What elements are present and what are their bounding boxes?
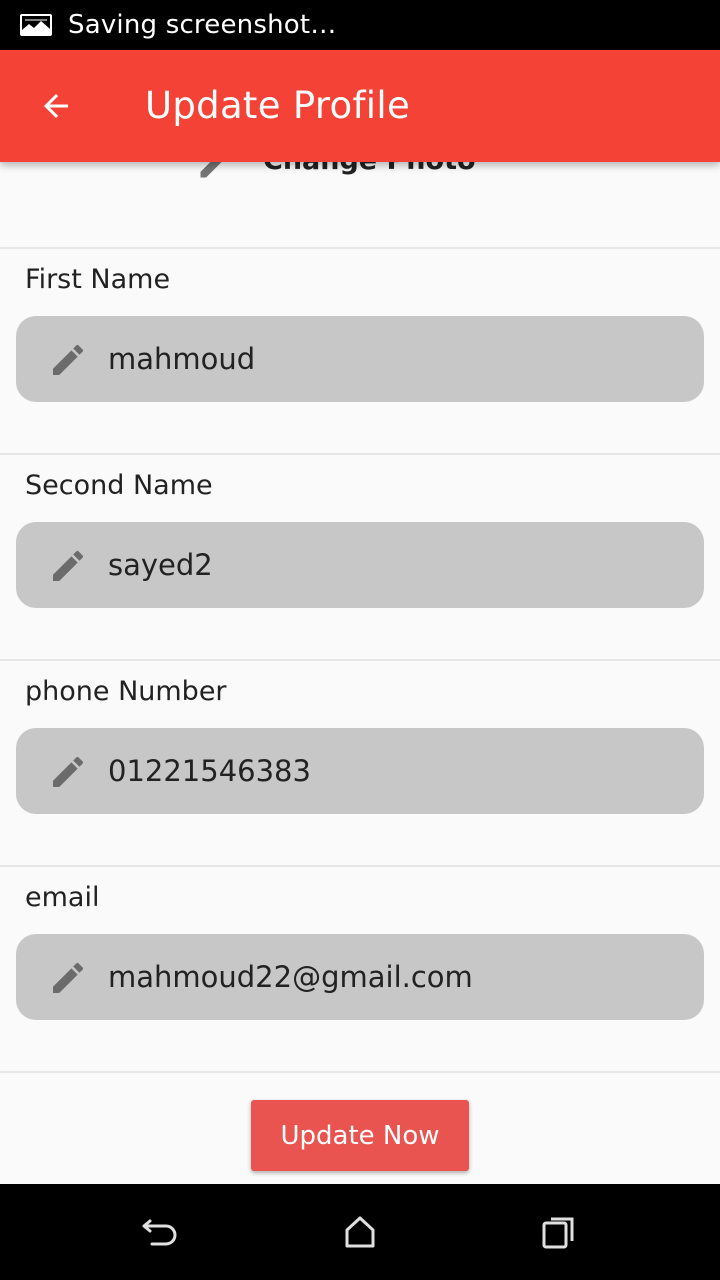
second-name-field[interactable]: sayed2 <box>16 522 704 608</box>
status-text: Saving screenshot… <box>68 10 337 40</box>
pencil-icon <box>48 340 88 384</box>
image-icon <box>20 14 52 36</box>
first-name-label: First Name <box>25 264 171 295</box>
pencil-icon <box>48 546 88 590</box>
nav-back-icon[interactable] <box>140 1214 180 1254</box>
first-name-value[interactable]: mahmoud <box>108 316 255 402</box>
divider <box>0 1071 720 1073</box>
nav-recents-icon[interactable] <box>541 1214 577 1254</box>
divider <box>0 659 720 661</box>
page-title: Update Profile <box>145 84 411 127</box>
pencil-icon <box>48 958 88 1002</box>
email-label: email <box>25 882 100 913</box>
nav-home-icon[interactable] <box>342 1214 378 1254</box>
phone-number-label: phone Number <box>25 676 227 707</box>
phone-number-field[interactable]: 01221546383 <box>16 728 704 814</box>
second-name-value[interactable]: sayed2 <box>108 522 213 608</box>
email-value[interactable]: mahmoud22@gmail.com <box>108 934 473 1020</box>
pencil-icon <box>48 752 88 796</box>
profile-form[interactable]: Change Photo First Name mahmoud Second N… <box>0 50 720 1184</box>
divider <box>0 247 720 249</box>
email-field[interactable]: mahmoud22@gmail.com <box>16 934 704 1020</box>
divider <box>0 865 720 867</box>
second-name-label: Second Name <box>25 470 213 501</box>
back-arrow-icon[interactable] <box>36 88 76 128</box>
system-nav-bar <box>0 1184 720 1280</box>
first-name-field[interactable]: mahmoud <box>16 316 704 402</box>
app-bar: Update Profile <box>0 50 720 162</box>
divider <box>0 453 720 455</box>
status-bar: Saving screenshot… <box>0 0 720 50</box>
phone-number-value[interactable]: 01221546383 <box>108 728 311 814</box>
update-now-button[interactable]: Update Now <box>251 1100 469 1171</box>
